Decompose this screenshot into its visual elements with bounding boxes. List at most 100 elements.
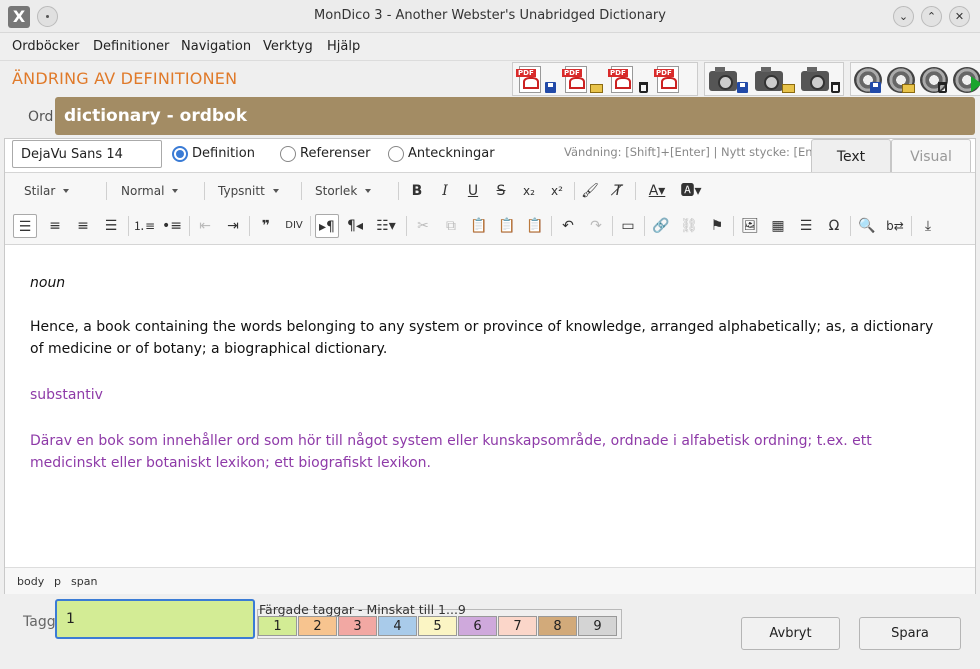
form-field-icon[interactable]: ▭ — [616, 214, 640, 238]
word-field[interactable]: dictionary - ordbok — [55, 97, 975, 135]
anchor-flag-icon[interactable]: ⚑ — [705, 214, 729, 238]
pdf-delete-button[interactable] — [605, 63, 651, 96]
path-body[interactable]: body — [17, 575, 44, 588]
ltr-icon[interactable]: ▸¶ — [315, 214, 339, 238]
cancel-button[interactable]: Avbryt — [741, 617, 840, 650]
tag-swatch-4[interactable]: 4 — [378, 616, 417, 636]
numbered-list-icon[interactable]: ⒈≡ — [132, 214, 156, 238]
bold-icon[interactable]: B — [405, 179, 429, 203]
tag-input[interactable]: 1 — [55, 599, 255, 639]
tag-swatch-7[interactable]: 7 — [498, 616, 537, 636]
tag-swatch-6[interactable]: 6 — [458, 616, 497, 636]
font-selector[interactable]: DejaVu Sans 14 — [12, 140, 162, 168]
indent-icon[interactable]: ⇥ — [221, 214, 245, 238]
close-button[interactable]: ✕ — [949, 6, 970, 27]
tag-swatch-3[interactable]: 3 — [338, 616, 377, 636]
toolbar-separator — [398, 182, 399, 200]
camera-open-button[interactable] — [751, 63, 797, 96]
camera-delete-button[interactable] — [797, 63, 843, 96]
maximize-button[interactable]: ⌃ — [921, 6, 942, 27]
link-icon[interactable]: 🔗 — [649, 214, 673, 238]
audio-open-button[interactable] — [884, 63, 917, 96]
clear-format-icon[interactable]: T̸ — [606, 179, 630, 203]
special-char-icon[interactable]: Ω — [822, 214, 846, 238]
unlink-icon[interactable]: ⛓ — [677, 214, 701, 238]
copy-icon[interactable]: ⧉ — [439, 214, 463, 238]
title-bar: X MonDico 3 - Another Webster's Unabridg… — [0, 0, 980, 33]
save-button[interactable]: Spara — [859, 617, 961, 650]
format-dropdown[interactable]: Normal — [121, 184, 179, 198]
toolbar-separator — [406, 216, 407, 236]
menu-definitioner[interactable]: Definitioner — [93, 39, 169, 54]
align-center-icon[interactable]: ≡ — [43, 214, 67, 238]
format-painter-icon[interactable]: 🖌 — [578, 179, 602, 203]
tag-swatch-5[interactable]: 5 — [418, 616, 457, 636]
cut-icon[interactable]: ✂ — [411, 214, 435, 238]
path-p[interactable]: p — [54, 575, 61, 588]
notes-radio[interactable] — [388, 146, 404, 162]
tag-swatch-9[interactable]: 9 — [578, 616, 617, 636]
paste-word-icon[interactable]: 📋 — [523, 214, 547, 238]
styles-list-icon[interactable]: ☷▾ — [371, 214, 401, 238]
word-label: Ord — [28, 109, 54, 125]
strikethrough-icon[interactable]: S — [489, 179, 513, 203]
pdf-icon — [516, 66, 541, 93]
toolbar-separator — [612, 216, 613, 236]
bullet-list-icon[interactable]: •≡ — [160, 214, 184, 238]
align-right-icon[interactable]: ≡ — [71, 214, 95, 238]
audio-play-button[interactable] — [950, 63, 980, 96]
menu-ordbocker[interactable]: Ordböcker — [12, 39, 79, 54]
pdf-open-button[interactable] — [559, 63, 605, 96]
horizontal-rule-icon[interactable]: ☰ — [794, 214, 818, 238]
definition-radio[interactable] — [172, 146, 188, 162]
underline-icon[interactable]: U — [461, 179, 485, 203]
justify-icon[interactable]: ☰ — [99, 214, 123, 238]
superscript-icon[interactable]: x² — [545, 179, 569, 203]
minimize-button[interactable]: ⌄ — [893, 6, 914, 27]
audio-delete-button[interactable] — [917, 63, 950, 96]
tag-swatch-1[interactable]: 1 — [258, 616, 297, 636]
pdf-save-button[interactable] — [513, 63, 559, 96]
redo-icon[interactable]: ↷ — [584, 214, 608, 238]
size-dropdown[interactable]: Storlek — [315, 184, 372, 198]
spellcheck-icon[interactable]: DIV — [282, 214, 306, 238]
pdf-view-button[interactable] — [651, 63, 697, 96]
camera-save-button[interactable] — [705, 63, 751, 96]
replace-icon[interactable]: b⇄ — [883, 214, 907, 238]
outdent-icon[interactable]: ⇤ — [193, 214, 217, 238]
menu-verktyg[interactable]: Verktyg — [263, 39, 313, 54]
toolbar-separator — [911, 216, 912, 236]
paste-text-icon[interactable]: 📋 — [495, 214, 519, 238]
audio-save-button[interactable] — [851, 63, 884, 96]
toolbar-separator — [189, 216, 190, 236]
window-title: MonDico 3 - Another Webster's Unabridged… — [314, 8, 666, 23]
path-span[interactable]: span — [71, 575, 97, 588]
tab-text[interactable]: Text — [811, 139, 891, 172]
tag-swatch-8[interactable]: 8 — [538, 616, 577, 636]
page-break-icon[interactable]: ⤓ — [916, 214, 940, 238]
table-icon[interactable]: ▦ — [766, 214, 790, 238]
blockquote-icon[interactable]: ❞ — [254, 214, 278, 238]
menu-navigation[interactable]: Navigation — [181, 39, 251, 54]
references-radio[interactable] — [280, 146, 296, 162]
rtl-icon[interactable]: ¶◂ — [343, 214, 367, 238]
tag-swatch-2[interactable]: 2 — [298, 616, 337, 636]
font-dropdown[interactable]: Typsnitt — [218, 184, 279, 198]
image-icon[interactable]: 🖼 — [738, 214, 762, 238]
undo-icon[interactable]: ↶ — [556, 214, 580, 238]
paste-icon[interactable]: 📋 — [467, 214, 491, 238]
styles-dropdown[interactable]: Stilar — [24, 184, 70, 198]
menu-hjalp[interactable]: Hjälp — [327, 39, 360, 54]
subscript-icon[interactable]: x₂ — [517, 179, 541, 203]
tab-visual[interactable]: Visual — [891, 139, 971, 172]
editor-content[interactable]: noun Hence, a book containing the words … — [5, 246, 975, 566]
text-color-icon[interactable]: A▾ — [642, 179, 672, 203]
italic-icon[interactable]: I — [433, 179, 457, 203]
tag-palette-legend: Färgade taggar - Minskat till 1...9 — [259, 602, 466, 617]
highlight-color-icon[interactable]: 🅰▾ — [675, 179, 707, 203]
find-icon[interactable]: 🔍 — [855, 214, 879, 238]
align-left-icon[interactable]: ☰ — [13, 214, 37, 238]
toolbar-separator — [301, 182, 302, 200]
format-toolbar-row-2: ☰ ≡ ≡ ☰ ⒈≡ •≡ ⇤ ⇥ ❞ DIV ▸¶ ¶◂ ☷▾ ✂ ⧉ 📋 📋… — [5, 208, 975, 245]
toolbar-separator — [644, 216, 645, 236]
